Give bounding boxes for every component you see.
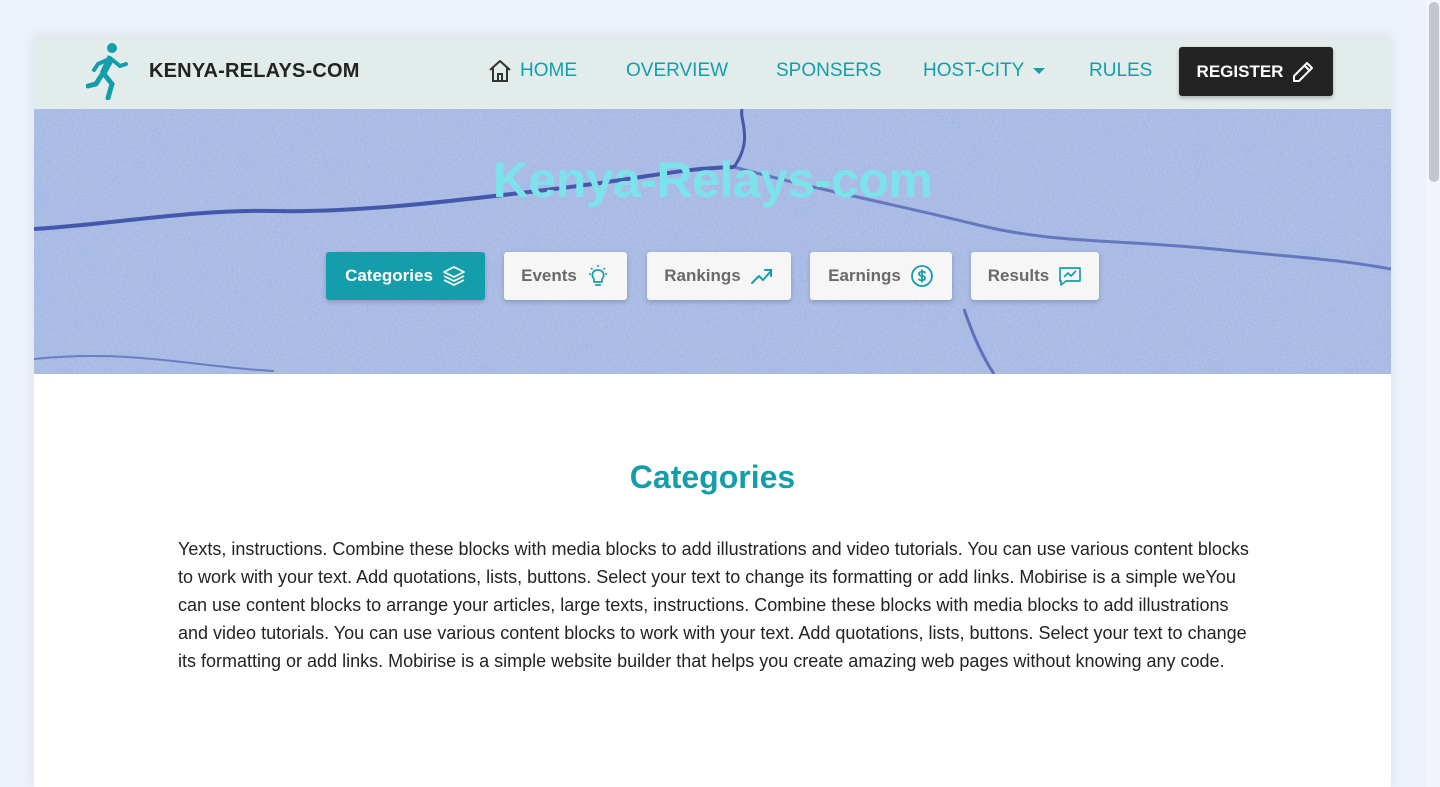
lightbulb-icon bbox=[588, 265, 607, 286]
tab-events[interactable]: Events bbox=[504, 252, 627, 300]
register-button[interactable]: REGISTER bbox=[1179, 47, 1333, 96]
tab-earnings[interactable]: Earnings bbox=[810, 252, 952, 300]
tab-events-label: Events bbox=[521, 266, 577, 285]
hero-section: Kenya-Relays-com Categories Events Ranki… bbox=[34, 109, 1391, 374]
nav-overview-label: OVERVIEW bbox=[626, 60, 729, 81]
nav-host-city-label: HOST-CITY bbox=[923, 60, 1025, 81]
dollar-circle-icon bbox=[910, 265, 933, 287]
brand-name[interactable]: KENYA-RELAYS-COM bbox=[149, 60, 360, 83]
caret-down-icon bbox=[1033, 68, 1046, 74]
trending-up-icon bbox=[750, 269, 772, 284]
nav-sponsers-link[interactable]: SPONSERS bbox=[776, 59, 882, 83]
layers-icon bbox=[443, 266, 465, 286]
nav-home-link[interactable]: HOME bbox=[487, 59, 577, 83]
navbar: KENYA-RELAYS-COM HOME OVERVIEW SPONSERS … bbox=[34, 35, 1391, 109]
nav-rules-label: RULES bbox=[1089, 60, 1153, 81]
nav-home-label: HOME bbox=[520, 60, 577, 81]
tab-results-label: Results bbox=[987, 266, 1050, 285]
nav-overview-link[interactable]: OVERVIEW bbox=[626, 59, 728, 83]
chart-message-icon bbox=[1059, 267, 1082, 286]
nav-host-city-dropdown[interactable]: HOST-CITY bbox=[923, 59, 1046, 83]
section-body-text: Yexts, instructions. Combine these block… bbox=[178, 539, 1249, 671]
hero-title: Kenya-Relays-com bbox=[492, 152, 933, 208]
runner-icon[interactable] bbox=[86, 42, 134, 100]
pencil-icon bbox=[1293, 61, 1314, 82]
tab-rankings[interactable]: Rankings bbox=[647, 252, 791, 300]
page-container: KENYA-RELAYS-COM HOME OVERVIEW SPONSERS … bbox=[34, 35, 1391, 787]
hero-background-image bbox=[34, 109, 1391, 374]
register-label: REGISTER bbox=[1196, 61, 1284, 81]
tab-categories[interactable]: Categories bbox=[326, 252, 485, 300]
tab-rankings-label: Rankings bbox=[664, 266, 741, 285]
nav-sponsers-label: SPONSERS bbox=[776, 60, 882, 81]
tab-categories-label: Categories bbox=[345, 266, 433, 285]
tab-results[interactable]: Results bbox=[971, 252, 1099, 300]
section-title: Categories bbox=[629, 459, 796, 495]
tab-earnings-label: Earnings bbox=[828, 266, 901, 285]
nav-rules-link[interactable]: RULES bbox=[1089, 59, 1152, 83]
scrollbar[interactable] bbox=[1426, 0, 1440, 787]
scrollbar-thumb[interactable] bbox=[1429, 2, 1439, 182]
home-icon bbox=[489, 60, 511, 82]
